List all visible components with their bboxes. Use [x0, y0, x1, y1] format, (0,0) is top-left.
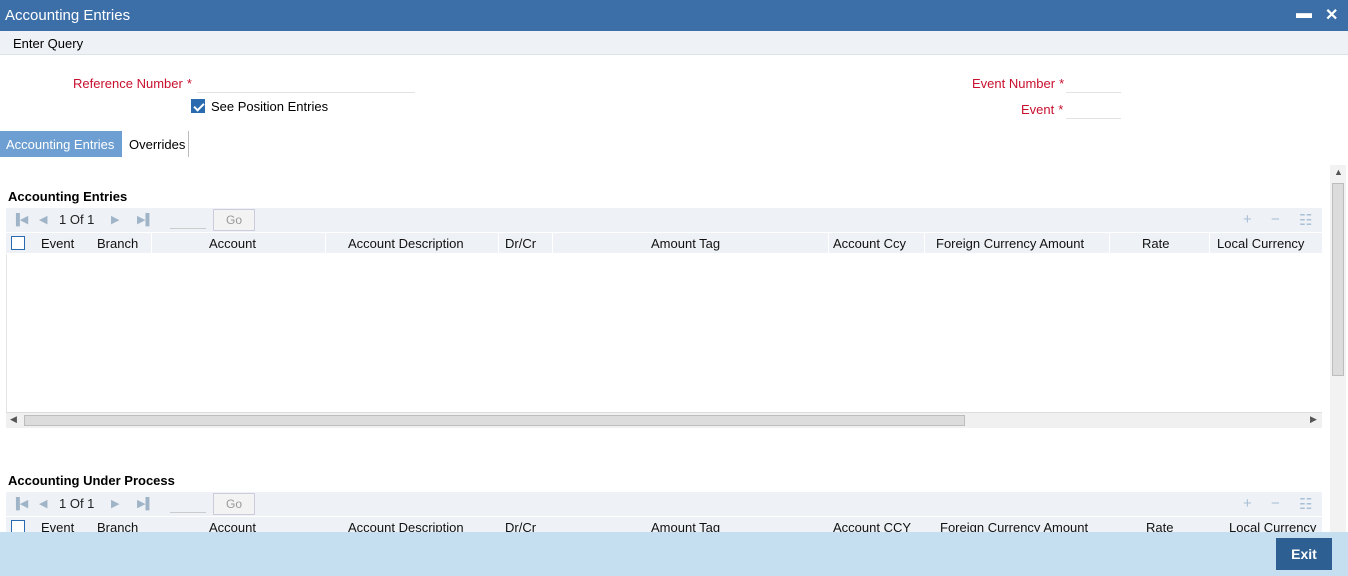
horizontal-scroll-thumb[interactable]: [24, 415, 965, 426]
single-view-icon[interactable]: ☷: [1299, 211, 1312, 229]
reference-number-label-text: Reference Number: [73, 76, 183, 91]
go-button[interactable]: Go: [213, 493, 255, 515]
page-indicator: 1 Of 1: [59, 496, 95, 511]
column-header-dr-cr[interactable]: Dr/Cr: [505, 236, 536, 251]
event-label-text: Event: [1021, 102, 1055, 117]
vertical-scroll-thumb[interactable]: [1332, 183, 1344, 376]
see-position-entries-label: See Position Entries: [211, 99, 329, 114]
next-page-icon[interactable]: ▶: [111, 497, 119, 510]
horizontal-scrollbar[interactable]: ◀ ▶: [6, 412, 1322, 428]
first-page-icon[interactable]: ▐◀: [12, 213, 28, 226]
column-header-foreign-currency-amount[interactable]: Foreign Currency Amount: [936, 236, 1084, 251]
footer-bar: [0, 532, 1348, 576]
close-icon[interactable]: ✕: [1325, 5, 1338, 25]
minimize-icon[interactable]: ▬: [1296, 5, 1312, 23]
previous-page-icon[interactable]: ◀: [39, 213, 47, 226]
scroll-up-icon[interactable]: ▲: [1334, 167, 1343, 177]
accounting-under-process-title: Accounting Under Process: [8, 473, 175, 488]
delete-row-icon[interactable]: −: [1271, 211, 1280, 228]
enter-query-menu-item[interactable]: Enter Query: [13, 36, 83, 51]
tab-accounting-entries[interactable]: Accounting Entries: [0, 131, 122, 157]
column-header-event[interactable]: Event: [41, 236, 74, 251]
next-page-icon[interactable]: ▶: [111, 213, 119, 226]
tab-overrides[interactable]: Overrides: [123, 131, 189, 157]
column-header-account-ccy[interactable]: Account Ccy: [833, 236, 906, 251]
column-header-rate[interactable]: Rate: [1142, 236, 1169, 251]
menu-bar: Enter Query: [0, 31, 1348, 55]
column-header-amount-tag[interactable]: Amount Tag: [651, 236, 720, 251]
add-row-icon[interactable]: +: [1243, 211, 1252, 228]
event-input[interactable]: [1066, 97, 1121, 119]
page-number-input[interactable]: [170, 495, 206, 513]
vertical-scrollbar[interactable]: ▲: [1330, 165, 1346, 532]
column-header-account-description[interactable]: Account Description: [348, 236, 464, 251]
go-button[interactable]: Go: [213, 209, 255, 231]
required-marker: *: [1058, 102, 1064, 117]
accounting-entries-title: Accounting Entries: [8, 189, 128, 204]
accounting-entries-header-row: Event Branch Account Account Description…: [6, 233, 1322, 253]
event-number-input[interactable]: [1066, 71, 1121, 93]
window-title: Accounting Entries: [5, 7, 131, 24]
column-header-branch[interactable]: Branch: [97, 236, 138, 251]
window-titlebar: Accounting Entries ▬ ✕: [0, 0, 1348, 31]
required-marker: *: [186, 76, 192, 91]
column-header-account[interactable]: Account: [209, 236, 256, 251]
last-page-icon[interactable]: ▶▌: [137, 497, 153, 510]
scroll-left-icon[interactable]: ◀: [10, 414, 17, 425]
accounting-entries-grid-body: [6, 254, 1322, 412]
accounting-under-process-pager: ▐◀ ◀ 1 Of 1 ▶ ▶▌ Go + − ☷: [6, 492, 1322, 516]
event-number-label: Event Number *: [972, 76, 1064, 91]
scroll-right-icon[interactable]: ▶: [1310, 414, 1317, 425]
delete-row-icon[interactable]: −: [1271, 495, 1280, 512]
event-label: Event *: [1021, 102, 1063, 117]
exit-button[interactable]: Exit: [1276, 538, 1332, 570]
add-row-icon[interactable]: +: [1243, 495, 1252, 512]
select-all-checkbox[interactable]: [11, 236, 25, 250]
previous-page-icon[interactable]: ◀: [39, 497, 47, 510]
event-number-label-text: Event Number: [972, 76, 1056, 91]
column-header-local-currency[interactable]: Local Currency: [1217, 236, 1304, 251]
single-view-icon[interactable]: ☷: [1299, 495, 1312, 513]
reference-number-label: Reference Number *: [73, 76, 192, 91]
page-indicator: 1 Of 1: [59, 212, 95, 227]
reference-number-input[interactable]: [197, 71, 415, 93]
accounting-entries-pager: ▐◀ ◀ 1 Of 1 ▶ ▶▌ Go + − ☷: [6, 208, 1322, 232]
see-position-entries-checkbox[interactable]: [191, 99, 205, 113]
page-number-input[interactable]: [170, 211, 206, 229]
required-marker: *: [1059, 76, 1065, 91]
first-page-icon[interactable]: ▐◀: [12, 497, 28, 510]
last-page-icon[interactable]: ▶▌: [137, 213, 153, 226]
